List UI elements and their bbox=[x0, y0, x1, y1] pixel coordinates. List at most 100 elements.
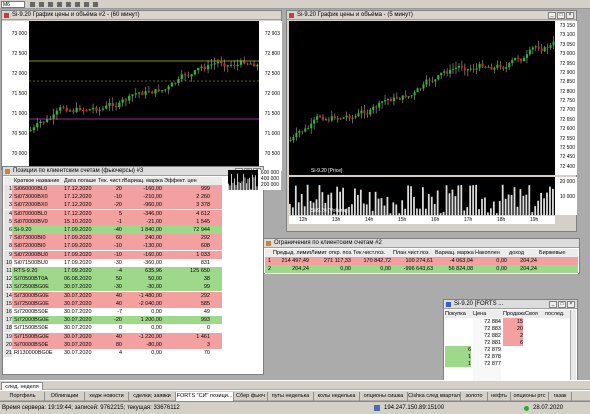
volume-chart-5min[interactable]: Si-9.20 [Volume] bbox=[289, 177, 555, 215]
table-row[interactable]: 21 RI130000BG0E 30.07.2020 4 0,00 70 bbox=[4, 349, 222, 357]
axis-tick-label: 73 050 bbox=[559, 41, 575, 48]
column-header[interactable]: послед. bbox=[545, 310, 571, 318]
volume-chart-60min[interactable] bbox=[228, 170, 258, 190]
table-row[interactable]: 4 Si070000BL0 17.12.2020 5 -346,00 4 612 bbox=[4, 209, 222, 218]
volume-bar bbox=[498, 200, 501, 215]
table-row[interactable]: 17 Si72000BG0E 30.07.2020 -20 1 200,00 993 bbox=[4, 316, 222, 325]
candle-body bbox=[95, 107, 98, 111]
table-cell: 4 bbox=[4, 209, 12, 218]
workspace-tab[interactable]: Сбер фьюч bbox=[234, 392, 268, 401]
chart-window-60min-title[interactable]: Si-9.20 График цены и объёма #2 - (60 ми… bbox=[2, 11, 281, 20]
chart-window-5min-title[interactable]: Si-9.20 График цены и объёма - (5 минут) bbox=[287, 11, 576, 20]
table-cell: Si060000BL0 bbox=[14, 186, 48, 192]
candle-body bbox=[180, 74, 183, 80]
table-row[interactable]: 9 Si072000BU0 17.09.2020 -10 -160,00 1 033 bbox=[4, 250, 222, 259]
volume-bar bbox=[235, 184, 237, 190]
price-chart-5min[interactable]: Si-9.20 [Price] bbox=[289, 21, 555, 175]
column-header[interactable]: Своя bbox=[525, 310, 545, 318]
workspace-tab[interactable]: Портфель bbox=[1, 392, 45, 401]
workspace-tab[interactable]: FORTS "СИ" позици... bbox=[176, 392, 234, 401]
table-row[interactable]: 11 RTS-9.20 17.09.2020 -4 635,96 125 650 bbox=[4, 267, 222, 275]
candle-body bbox=[511, 60, 514, 64]
table-cell: Si70000BS0E bbox=[14, 341, 49, 348]
column-header[interactable]: Лимит откр. поз. bbox=[311, 249, 353, 257]
workspace-tab[interactable]: Облигации bbox=[45, 392, 85, 401]
close-button[interactable]: × bbox=[566, 12, 574, 19]
workspace-select[interactable]: M6 bbox=[1, 1, 25, 8]
maximize-button[interactable]: □ bbox=[557, 12, 565, 19]
candle-body bbox=[505, 67, 508, 69]
workspace-tab[interactable]: золото bbox=[461, 392, 488, 401]
workspace-tab[interactable]: сделки; заявки bbox=[129, 392, 176, 401]
minimize-button[interactable]: _ bbox=[548, 12, 556, 19]
table-row[interactable]: 1 214 497,49 271 117,33 170 842,72 100 274,6… bbox=[265, 257, 578, 265]
table-row[interactable]: 18 Si71500BS0E 30.07.2020 0 0,00 0 bbox=[4, 324, 222, 333]
column-header[interactable]: Покупка bbox=[445, 310, 473, 318]
maximize-button[interactable]: □ bbox=[558, 301, 566, 308]
price-chart-60min[interactable] bbox=[29, 21, 259, 169]
time-axis-5min: 12h 13h 14h 15h 16h 17h 18h 19h bbox=[289, 216, 555, 224]
column-header[interactable]: Цена bbox=[473, 310, 503, 318]
table-row[interactable]: 20 Si70000BS0E 30.07.2020 80 -80,00 3 bbox=[4, 340, 222, 349]
candle-body bbox=[472, 68, 475, 70]
table-row[interactable]: 16 Si72000BS0E 30.07.2020 -7 0,00 49 bbox=[4, 308, 222, 316]
candle-body bbox=[410, 95, 413, 97]
table-cell bbox=[445, 332, 471, 339]
workspace-tab[interactable]: хедж новости bbox=[85, 392, 129, 401]
table-row[interactable]: 14 Si73000BG0E 30.07.2020 40 -1 480,00 292 bbox=[4, 291, 222, 300]
table-row[interactable]: 13 Si72500BG0E 30.07.2020 -30 -30,00 99 bbox=[4, 283, 222, 292]
table-row[interactable]: 5 Si070000BV0 15.10.2020 -1 -21,00 1 545 bbox=[4, 217, 222, 226]
table-row[interactable]: 10 Si071500BU0 17.09.2020 -30 -360,00 831 bbox=[4, 258, 222, 267]
column-header[interactable]: Дата погаше bbox=[64, 177, 98, 185]
workspace-tab[interactable]: опционы ртс bbox=[511, 392, 549, 401]
workspace-tab[interactable]: газак bbox=[549, 392, 572, 401]
volume-bar bbox=[404, 208, 407, 215]
table-cell: 1 545 bbox=[196, 218, 210, 225]
table-cell: 993 bbox=[200, 317, 210, 324]
close-button[interactable]: × bbox=[567, 301, 575, 308]
table-row[interactable]: 15 Si72500BG0E 30.07.2020 40 -2 040,00 585 bbox=[4, 299, 222, 308]
window-title-text: Si-9.20 [FORTS ... bbox=[454, 301, 504, 307]
volume-bar bbox=[549, 186, 551, 215]
column-header[interactable]: Эффект. цен bbox=[164, 177, 212, 185]
column-header[interactable]: доход bbox=[509, 249, 539, 257]
workspace-tab[interactable]: опционы сишка bbox=[360, 392, 408, 401]
volume-bar bbox=[457, 185, 460, 215]
workspace-tab[interactable]: Сishка след квартал bbox=[408, 392, 461, 401]
table-row[interactable]: 8 Si072000BI0 17.09.2020 -10 -130,00 608 bbox=[4, 242, 222, 251]
positions-window-title[interactable]: Позиции по клиентским счетам (фьючерсы) … bbox=[3, 167, 263, 176]
volume-bar bbox=[427, 194, 430, 215]
table-row[interactable]: 2 Si073000BX0 17.12.2020 -10 -210,00 2 260 bbox=[4, 193, 222, 202]
minimize-button[interactable]: _ bbox=[549, 301, 557, 308]
candle-body bbox=[45, 119, 49, 123]
table-cell bbox=[545, 325, 569, 332]
table-row[interactable]: 2 204,24 0,00 0,00 -996 643,63 56 824,08 0,00 2… bbox=[265, 265, 578, 273]
table-row[interactable]: 7 Si073000BI0 17.09.2020 60 240,00 292 bbox=[4, 234, 222, 243]
limits-window-title[interactable]: Ограничения по клиентским счетам #2 bbox=[264, 239, 579, 248]
orderbook-scrollbar[interactable] bbox=[570, 310, 576, 382]
table-cell: 20 bbox=[503, 325, 523, 332]
table-row[interactable]: 3 Si072000BX0 17.12.2020 -20 -960,00 3 378 bbox=[4, 201, 222, 210]
column-header[interactable]: Накоплен bbox=[475, 249, 509, 257]
workspace-tab[interactable]: нефть bbox=[488, 392, 511, 401]
workspace-tab[interactable]: колы неделька bbox=[314, 392, 360, 401]
column-header[interactable]: Продажа bbox=[503, 310, 525, 318]
column-header[interactable]: Предыд. лимит bbox=[273, 249, 311, 257]
table-cell: Si-9.20 bbox=[14, 227, 32, 233]
column-header[interactable]: Тек.чист.поз. bbox=[353, 249, 393, 257]
column-header[interactable]: Вариац. маржа bbox=[124, 177, 164, 185]
column-header[interactable]: Тек. чист.п bbox=[98, 177, 124, 185]
volume-label: Si-9.20 [Volume] bbox=[311, 208, 348, 214]
column-header[interactable]: Вариац. маржа bbox=[435, 249, 475, 257]
table-row[interactable]: 12 Si70500BT0A 06.08.2020 50 50,00 38 bbox=[4, 275, 222, 284]
positions-header-row: Краткое название Дата погаше Тек. чист.п Ва… bbox=[4, 177, 222, 185]
column-header[interactable]: План.чист.поз. bbox=[393, 249, 435, 257]
table-row[interactable]: 1 Si060000BL0 17.12.2020 20 -160,00 999 bbox=[4, 185, 222, 193]
table-cell: Si71500BG0E bbox=[14, 333, 49, 340]
column-header[interactable]: Краткое название bbox=[14, 177, 64, 185]
axis-tick-label: 10 000 bbox=[559, 194, 575, 200]
table-row[interactable]: 19 Si71500BG0E 30.07.2020 40 -1 220,00 1 461 bbox=[4, 332, 222, 341]
column-header[interactable]: Биржевые bbox=[539, 249, 575, 257]
workspace-tab[interactable]: путы неделька bbox=[268, 392, 314, 401]
table-row[interactable]: 6 Si-9.20 17.09.2020 -40 1 840,00 72 944 bbox=[4, 226, 222, 234]
